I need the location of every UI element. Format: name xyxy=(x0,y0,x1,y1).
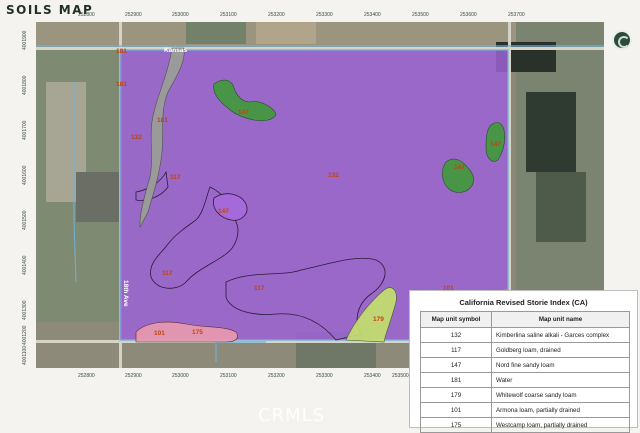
unit-label-179: 179 xyxy=(373,316,384,323)
legend-name: Kimberlina saline alkali - Garces comple… xyxy=(491,327,630,343)
legend-name: Armona loam, partially drained xyxy=(491,402,630,418)
legend-symbol: 179 xyxy=(420,387,492,403)
legend-symbol: 181 xyxy=(420,372,492,388)
legend-name: Westcamp loam, partially drained xyxy=(491,417,630,433)
left-tick: 4001400 xyxy=(22,255,28,275)
legend-symbol: 117 xyxy=(420,342,492,358)
legend-panel: California Revised Storie Index (CA) Map… xyxy=(409,290,638,433)
legend-symbol: 101 xyxy=(420,402,492,418)
unit-label-147: 147 xyxy=(218,208,229,215)
top-tick: 253700 xyxy=(508,12,525,18)
legend-symbol: 147 xyxy=(420,357,492,373)
table-row: 101 Armona loam, partially drained xyxy=(420,402,630,418)
legend-col-name: Map unit name xyxy=(491,311,630,328)
top-tick: 253600 xyxy=(460,12,477,18)
legend-col-symbol: Map unit symbol xyxy=(420,311,492,328)
table-row: 147 Nord fine sandy loam xyxy=(420,357,630,373)
top-tick: 253000 xyxy=(172,12,189,18)
left-tick: 4001300 xyxy=(22,300,28,320)
avenue-road-label: 18th Ave xyxy=(122,280,129,307)
legend-title: California Revised Storie Index (CA) xyxy=(459,298,588,307)
legend-name: Whitewolf coarse sandy loam xyxy=(491,387,630,403)
unit-label-117: 117 xyxy=(162,270,173,277)
legend-symbol: 175 xyxy=(420,417,492,433)
unit-label-147: 147 xyxy=(454,164,465,171)
left-tick: 4001700 xyxy=(22,120,28,140)
top-tick: 253300 xyxy=(316,12,333,18)
unit-label-181: 181 xyxy=(116,81,127,88)
left-tick: 4001900 xyxy=(22,30,28,50)
unit-label-101: 101 xyxy=(154,330,165,337)
left-tick: 4001800 xyxy=(22,75,28,95)
left-tick: 4001200 xyxy=(22,325,28,345)
table-row: 179 Whitewolf coarse sandy loam xyxy=(420,387,630,403)
left-tick: 4001600 xyxy=(22,165,28,185)
unit-label-175: 175 xyxy=(192,329,203,336)
top-tick: 252800 xyxy=(78,12,95,18)
left-tick: 4001100 xyxy=(22,345,28,365)
unit-label-132: 132 xyxy=(131,134,142,141)
unit-label-117: 117 xyxy=(170,174,181,181)
bottom-tick: 253300 xyxy=(316,373,333,379)
top-tick: 252900 xyxy=(125,12,142,18)
bottom-tick: 252900 xyxy=(125,373,142,379)
table-row: 132 Kimberlina saline alkali - Garces co… xyxy=(420,327,630,343)
unit-label-132: 132 xyxy=(328,172,339,179)
unit-label-147: 147 xyxy=(238,109,249,116)
unit-label-181: 181 xyxy=(157,117,168,124)
unit-label-117: 117 xyxy=(254,285,265,292)
bottom-tick: 252800 xyxy=(78,373,95,379)
bottom-tick: 253100 xyxy=(220,373,237,379)
table-row: 181 Water xyxy=(420,372,630,388)
unit-label-181: 181 xyxy=(116,48,127,55)
left-tick: 4001500 xyxy=(22,210,28,230)
top-tick: 253500 xyxy=(412,12,429,18)
bottom-tick: 253200 xyxy=(268,373,285,379)
top-tick: 253100 xyxy=(220,12,237,18)
legend-name: Goldberg loam, drained xyxy=(491,342,630,358)
unit-label-147: 147 xyxy=(490,141,501,148)
kansas-road-label: Kansas xyxy=(164,47,188,54)
legend-name: Nord fine sandy loam xyxy=(491,357,630,373)
watermark: CRMLS xyxy=(258,405,326,426)
legend-table: Map unit symbol Map unit name 132 Kimber… xyxy=(420,311,630,433)
bottom-tick: 253500 xyxy=(392,373,409,379)
top-tick: 253200 xyxy=(268,12,285,18)
table-row: 117 Goldberg loam, drained xyxy=(420,342,630,358)
legend-symbol: 132 xyxy=(420,327,492,343)
logo-icon xyxy=(612,30,632,50)
bottom-tick: 253400 xyxy=(364,373,381,379)
legend-name: Water xyxy=(491,372,630,388)
table-row: 175 Westcamp loam, partially drained xyxy=(420,417,630,433)
top-tick: 253400 xyxy=(364,12,381,18)
bottom-tick: 253000 xyxy=(172,373,189,379)
